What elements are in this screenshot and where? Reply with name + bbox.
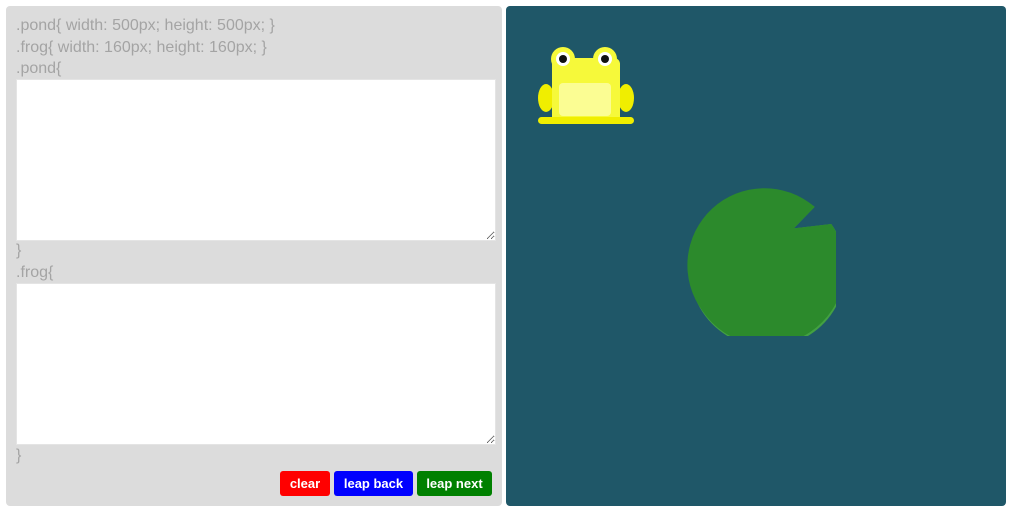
frog-belly <box>559 83 611 116</box>
pond <box>506 6 1006 506</box>
frog-icon <box>538 47 634 124</box>
frog-selector-close: } <box>16 447 22 464</box>
clear-button[interactable]: clear <box>280 471 330 496</box>
pond-size-hint: .pond{ width: 500px; height: 500px; } <box>16 17 275 34</box>
pond-css-input[interactable] <box>16 79 496 241</box>
frog-right-leg <box>618 84 634 112</box>
leap-next-button[interactable]: leap next <box>417 471 492 496</box>
pond-selector-close: } <box>16 242 22 259</box>
pond-selector-open: .pond{ <box>16 60 62 77</box>
lilypad-top <box>687 188 836 336</box>
frog-left-pupil <box>559 55 567 63</box>
frog-selector-open: .frog{ <box>16 264 54 281</box>
frog-left-leg <box>538 84 554 112</box>
frog-feet <box>538 117 634 124</box>
frog-css-input[interactable] <box>16 283 496 445</box>
css-editor-panel: .pond{ width: 500px; height: 500px; } .f… <box>6 6 502 506</box>
leap-back-button[interactable]: leap back <box>334 471 413 496</box>
frog-size-hint: .frog{ width: 160px; height: 160px; } <box>16 39 267 56</box>
frog-right-pupil <box>601 55 609 63</box>
lilypad-icon <box>687 188 836 336</box>
